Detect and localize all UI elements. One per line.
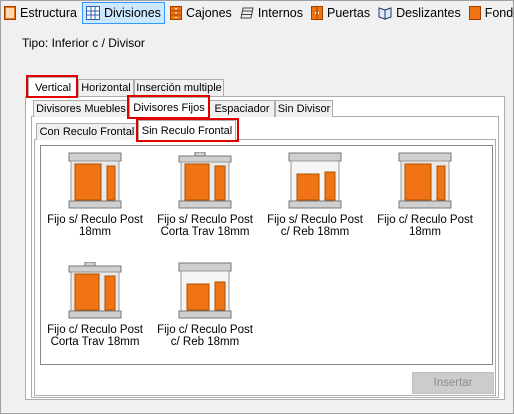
tab-divisores-fijos[interactable]: Divisores Fijos bbox=[129, 97, 209, 117]
toolbar-label: Internos bbox=[257, 6, 303, 20]
tab-sin-reculo-frontal[interactable]: Sin Reculo Frontal bbox=[138, 120, 236, 140]
list-item[interactable]: Fijo s/ Reculo Post c/ Reb 18mm bbox=[260, 152, 370, 238]
toolbar-fondos[interactable]: Fondos bbox=[466, 2, 514, 24]
toolbar-label: Estructura bbox=[20, 6, 77, 20]
cabinet-divider-icon bbox=[68, 262, 122, 319]
tab-con-reculo-frontal[interactable]: Con Reculo Frontal bbox=[36, 123, 138, 140]
toolbar-label: Divisiones bbox=[103, 6, 161, 20]
top-toolbar: Estructura Divisiones Cajones Internos P… bbox=[1, 1, 514, 25]
list-item[interactable]: Fijo c/ Reculo Post Corta Trav 18mm bbox=[40, 262, 150, 348]
toolbar-divisiones[interactable]: Divisiones bbox=[81, 2, 165, 24]
item-caption-line2: Corta Trav 18mm bbox=[160, 226, 250, 238]
toolbar-puertas[interactable]: Puertas bbox=[308, 2, 373, 24]
tab-insercion-multiple[interactable]: Inserción multiple bbox=[134, 79, 224, 96]
insert-button[interactable]: Insertar bbox=[412, 372, 494, 394]
item-caption-line2: Corta Trav 18mm bbox=[50, 336, 140, 348]
item-caption-line1: Fijo s/ Reculo Post bbox=[267, 214, 363, 226]
cabinet-divider-icon bbox=[178, 262, 232, 319]
cabinet-divider-icon bbox=[398, 152, 452, 209]
toolbar-estructura[interactable]: Estructura bbox=[1, 2, 80, 24]
item-caption-line1: Fijo c/ Reculo Post bbox=[377, 214, 473, 226]
item-caption-line1: Fijo c/ Reculo Post bbox=[157, 324, 253, 336]
item-caption-line2: 18mm bbox=[79, 226, 111, 238]
item-caption-line2: 18mm bbox=[409, 226, 441, 238]
tab-sin-divisor[interactable]: Sin Divisor bbox=[275, 100, 333, 117]
cabinet-divider-icon bbox=[68, 152, 122, 209]
item-caption-line1: Fijo s/ Reculo Post bbox=[157, 214, 253, 226]
toolbar-label: Puertas bbox=[326, 6, 371, 20]
tab-espaciador[interactable]: Espaciador bbox=[209, 100, 275, 117]
tab-horizontal[interactable]: Horizontal bbox=[78, 79, 134, 96]
doors-icon bbox=[310, 6, 323, 20]
tab-divisores-muebles[interactable]: Divisores Muebles bbox=[33, 100, 129, 117]
toolbar-deslizantes[interactable]: Deslizantes bbox=[375, 2, 464, 24]
tipo-label: Tipo: Inferior c / Divisor bbox=[22, 36, 145, 50]
toolbar-label: Cajones bbox=[185, 6, 232, 20]
item-caption-line1: Fijo c/ Reculo Post bbox=[47, 324, 143, 336]
item-caption-line2: c/ Reb 18mm bbox=[170, 336, 240, 348]
structure-icon bbox=[4, 6, 16, 20]
drawers-icon bbox=[169, 6, 182, 20]
item-caption-line2: c/ Reb 18mm bbox=[280, 226, 350, 238]
shelves-icon bbox=[240, 7, 254, 19]
sliding-icon bbox=[378, 7, 392, 20]
toolbar-cajones[interactable]: Cajones bbox=[167, 2, 235, 24]
toolbar-internos[interactable]: Internos bbox=[237, 2, 306, 24]
toolbar-label: Deslizantes bbox=[396, 6, 461, 20]
grid-icon bbox=[85, 6, 100, 20]
list-item[interactable]: Fijo c/ Reculo Post 18mm bbox=[370, 152, 480, 238]
item-caption-line1: Fijo s/ Reculo Post bbox=[47, 214, 143, 226]
list-item[interactable]: Fijo c/ Reculo Post c/ Reb 18mm bbox=[150, 262, 260, 348]
toolbar-label: Fondos bbox=[484, 6, 514, 20]
cabinet-divider-icon bbox=[178, 152, 232, 209]
list-item[interactable]: Fijo s/ Reculo Post Corta Trav 18mm bbox=[150, 152, 260, 238]
back-panel-icon bbox=[468, 6, 481, 20]
cabinet-divider-icon bbox=[288, 152, 342, 209]
list-item[interactable]: Fijo s/ Reculo Post 18mm bbox=[40, 152, 150, 238]
tab-vertical[interactable]: Vertical bbox=[28, 77, 78, 97]
